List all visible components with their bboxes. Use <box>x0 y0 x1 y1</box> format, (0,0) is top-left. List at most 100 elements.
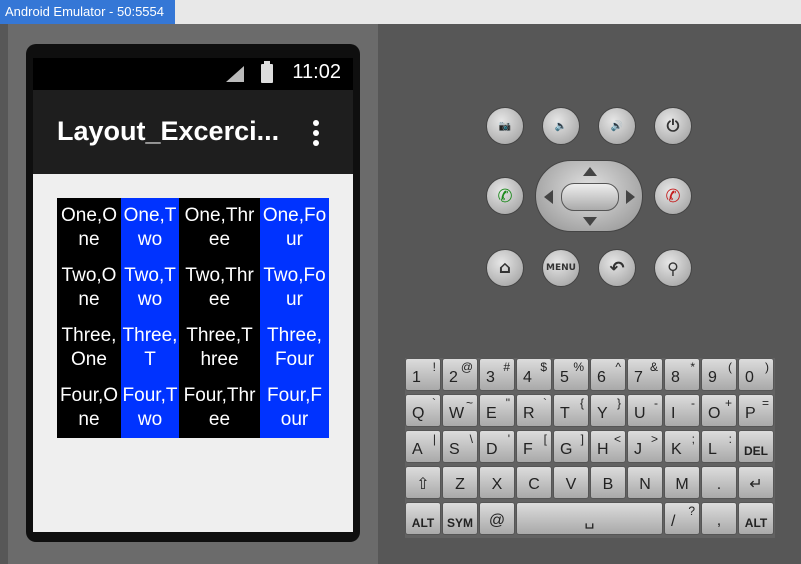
key-k[interactable]: K; <box>664 430 700 463</box>
table-cell-line: One <box>71 349 107 370</box>
key-9[interactable]: 9( <box>701 358 737 391</box>
key-w[interactable]: W ~ <box>442 394 478 427</box>
key-i[interactable]: I- <box>664 394 700 427</box>
key-label: D <box>486 441 498 458</box>
key-label: U <box>634 405 646 422</box>
key-n[interactable]: N <box>627 466 663 499</box>
key-8[interactable]: 8 * <box>664 358 700 391</box>
search-button[interactable]: ⚲ <box>654 249 692 287</box>
overflow-menu-icon[interactable] <box>311 120 321 148</box>
key-.[interactable]: . <box>701 466 737 499</box>
table-cell: Four,O ne <box>57 378 121 438</box>
key-sublabel: ` <box>432 396 436 410</box>
key-label: X <box>491 476 503 493</box>
key-label: 1 <box>412 369 421 386</box>
key-4[interactable]: 4 $ <box>516 358 552 391</box>
key-label: 7 <box>634 369 643 386</box>
signal-icon <box>226 66 244 82</box>
key-6[interactable]: 6 ^ <box>590 358 626 391</box>
key-label: 0 <box>745 369 754 386</box>
key-label: J <box>634 441 642 458</box>
volume-down-button[interactable]: 🔈 <box>542 107 580 145</box>
key-label: F <box>523 441 533 458</box>
key-e[interactable]: E " <box>479 394 515 427</box>
key-d[interactable]: D ' <box>479 430 515 463</box>
space-key[interactable]: ␣ <box>516 502 663 535</box>
shift-key[interactable]: ⇧ <box>405 466 441 499</box>
table-cell-line: Three, <box>61 325 117 346</box>
dpad-right-icon[interactable] <box>626 190 635 204</box>
key-7[interactable]: 7 & <box>627 358 663 391</box>
back-button[interactable]: ↶ <box>598 249 636 287</box>
key-q[interactable]: Q ` <box>405 394 441 427</box>
key-p[interactable]: P = <box>738 394 774 427</box>
key-label: I <box>671 405 676 422</box>
comma-key[interactable]: , <box>701 502 737 535</box>
table-cell: One,Thr ee <box>179 198 260 258</box>
table-cell-line: Two,O <box>61 265 117 286</box>
key-0[interactable]: 0) <box>738 358 774 391</box>
dpad-left-icon[interactable] <box>544 190 553 204</box>
key-y[interactable]: Y} <box>590 394 626 427</box>
key-o[interactable]: O + <box>701 394 737 427</box>
key-j[interactable]: J > <box>627 430 663 463</box>
end-call-icon: ✆ <box>665 185 681 207</box>
table-cell-line: One,Fo <box>262 205 327 226</box>
key-b[interactable]: B <box>590 466 626 499</box>
dpad-center-button[interactable] <box>561 183 619 211</box>
key-label: G <box>560 441 573 458</box>
table-cell-line: ne <box>78 229 100 250</box>
power-button[interactable]: ⏻ <box>654 107 692 145</box>
key-c[interactable]: C <box>516 466 552 499</box>
key-1[interactable]: 1! <box>405 358 441 391</box>
key-label: S <box>449 441 460 458</box>
key-2[interactable]: 2 @ <box>442 358 478 391</box>
key-3[interactable]: 3 # <box>479 358 515 391</box>
table-cell: One,T wo <box>121 198 179 258</box>
dpad[interactable] <box>535 160 643 232</box>
key-l[interactable]: L: <box>701 430 737 463</box>
key-sublabel: % <box>573 360 584 374</box>
key-label: 5 <box>560 369 569 386</box>
key-f[interactable]: F[ <box>516 430 552 463</box>
table-cell: Three, One <box>57 318 121 378</box>
key-label: P <box>745 405 756 422</box>
key-m[interactable]: M <box>664 466 700 499</box>
key-sublabel: @ <box>460 360 473 374</box>
key-sublabel: $ <box>540 360 547 374</box>
home-button[interactable]: ⌂ <box>486 249 524 287</box>
status-bar: 11:02 <box>33 58 353 90</box>
key-sublabel: = <box>761 396 769 410</box>
key-z[interactable]: Z <box>442 466 478 499</box>
sym-key[interactable]: SYM <box>442 502 478 535</box>
key-5[interactable]: 5% <box>553 358 589 391</box>
key-r[interactable]: R ` <box>516 394 552 427</box>
status-time: 11:02 <box>292 61 341 83</box>
call-button[interactable]: ✆ <box>486 177 524 215</box>
alt-key-right[interactable]: ALT <box>738 502 774 535</box>
at-key[interactable]: @ <box>479 502 515 535</box>
key-v[interactable]: V <box>553 466 589 499</box>
slash-key[interactable]: /? <box>664 502 700 535</box>
table-cell: Three, Four <box>260 318 329 378</box>
key-a[interactable]: A | <box>405 430 441 463</box>
window-title: Android Emulator - 50:5554 <box>0 0 175 24</box>
camera-button[interactable]: 📷 <box>486 107 524 145</box>
key-x[interactable]: X <box>479 466 515 499</box>
key-sublabel: | <box>432 432 436 446</box>
menu-button[interactable]: MENU <box>542 249 580 287</box>
dpad-down-icon[interactable] <box>583 217 597 226</box>
delete-key[interactable]: DEL <box>738 430 774 463</box>
table-cell-line: Three,T <box>122 325 178 370</box>
dpad-up-icon[interactable] <box>583 167 597 176</box>
alt-key-left[interactable]: ALT <box>405 502 441 535</box>
table-cell: One,Fo ur <box>260 198 329 258</box>
enter-key[interactable]: ↵ <box>738 466 774 499</box>
key-s[interactable]: S \ <box>442 430 478 463</box>
key-h[interactable]: H < <box>590 430 626 463</box>
end-call-button[interactable]: ✆ <box>654 177 692 215</box>
key-u[interactable]: U- <box>627 394 663 427</box>
key-t[interactable]: T{ <box>553 394 589 427</box>
volume-up-button[interactable]: 🔊 <box>598 107 636 145</box>
key-g[interactable]: G] <box>553 430 589 463</box>
